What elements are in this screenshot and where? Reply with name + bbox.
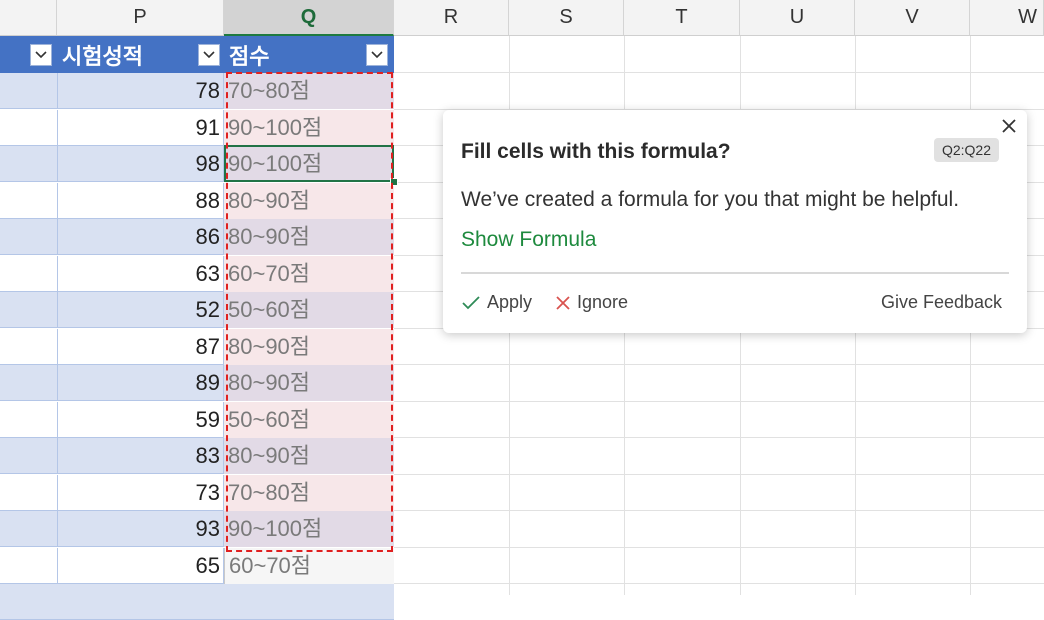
gridline-horizontal xyxy=(394,547,1044,548)
gridline-horizontal xyxy=(394,72,1044,73)
column-header-v[interactable]: V xyxy=(855,0,970,36)
filter-dropdown-o[interactable] xyxy=(30,44,52,66)
suggested-fill-range xyxy=(226,72,393,552)
column-header-u[interactable]: U xyxy=(740,0,855,36)
column-header-label: T xyxy=(675,6,688,28)
column-header-label: R xyxy=(443,6,459,28)
column-header-o-partial xyxy=(0,0,57,36)
score-cell[interactable]: 63 xyxy=(57,256,224,292)
gridline-horizontal xyxy=(394,510,1044,511)
gridline-horizontal xyxy=(394,437,1044,438)
x-icon xyxy=(556,295,570,310)
score-cell[interactable]: 86 xyxy=(57,219,224,255)
score-cell[interactable]: 83 xyxy=(57,438,224,474)
column-header-s[interactable]: S xyxy=(509,0,624,36)
column-header-t[interactable]: T xyxy=(624,0,740,36)
card-description: We’ve created a formula for you that mig… xyxy=(461,188,960,211)
header-label: 점수 xyxy=(229,43,270,69)
score-cell[interactable]: 78 xyxy=(57,73,224,109)
column-header-label: V xyxy=(905,6,919,28)
column-header-w[interactable]: W xyxy=(970,0,1044,36)
score-cell[interactable]: 65 xyxy=(57,548,224,584)
close-button[interactable] xyxy=(999,116,1019,136)
chevron-down-icon xyxy=(35,51,47,59)
card-divider xyxy=(461,272,1009,274)
apply-label: Apply xyxy=(487,292,533,312)
card-title: Fill cells with this formula? xyxy=(461,140,731,163)
check-icon xyxy=(462,295,480,309)
chevron-down-icon xyxy=(203,51,215,59)
column-header-label: U xyxy=(789,6,805,28)
give-feedback-link[interactable]: Give Feedback xyxy=(881,292,1002,313)
table-header-q: 점수 xyxy=(229,36,269,73)
score-cell[interactable]: 59 xyxy=(57,402,224,438)
column-header-q[interactable]: Q xyxy=(224,0,394,36)
header-label: 시험성적 xyxy=(62,43,143,69)
show-formula-link[interactable]: Show Formula xyxy=(461,228,596,252)
table-header-p: 시험성적 xyxy=(62,36,143,73)
gridline-horizontal xyxy=(394,364,1044,365)
score-cell[interactable]: 88 xyxy=(57,183,224,219)
close-icon xyxy=(1002,119,1016,133)
score-cell[interactable]: 89 xyxy=(57,365,224,401)
score-cell[interactable]: 91 xyxy=(57,110,224,146)
gridline-horizontal xyxy=(394,401,1044,402)
column-header-label: Q xyxy=(300,5,317,28)
filter-dropdown-p[interactable] xyxy=(198,44,220,66)
ignore-button[interactable]: Ignore xyxy=(555,292,628,313)
table-row: 65 60~70점 xyxy=(0,548,394,584)
column-header-label: W xyxy=(1018,6,1037,28)
apply-button[interactable]: Apply xyxy=(461,292,532,313)
column-header-r[interactable]: R xyxy=(394,0,509,36)
column-header-p[interactable]: P xyxy=(57,0,224,36)
score-cell[interactable]: 52 xyxy=(57,292,224,328)
score-cell[interactable]: 93 xyxy=(57,511,224,547)
column-header-label: S xyxy=(559,6,573,28)
gridline-horizontal xyxy=(394,474,1044,475)
ignore-label: Ignore xyxy=(577,292,629,312)
gridline-horizontal xyxy=(394,583,1044,584)
chevron-down-icon xyxy=(371,51,383,59)
score-cell[interactable]: 87 xyxy=(57,329,224,365)
column-header-label: P xyxy=(133,6,147,28)
score-cell[interactable]: 73 xyxy=(57,475,224,511)
table-row-partial xyxy=(0,584,394,620)
formula-suggestion-card: Fill cells with this formula? Q2:Q22 We’… xyxy=(443,110,1027,333)
score-cell[interactable]: 98 xyxy=(57,146,224,182)
table-header-row: 시험성적 점수 xyxy=(0,36,394,73)
grade-cell[interactable]: 60~70점 xyxy=(224,548,394,584)
range-badge: Q2:Q22 xyxy=(933,138,999,162)
filter-dropdown-q[interactable] xyxy=(366,44,388,66)
